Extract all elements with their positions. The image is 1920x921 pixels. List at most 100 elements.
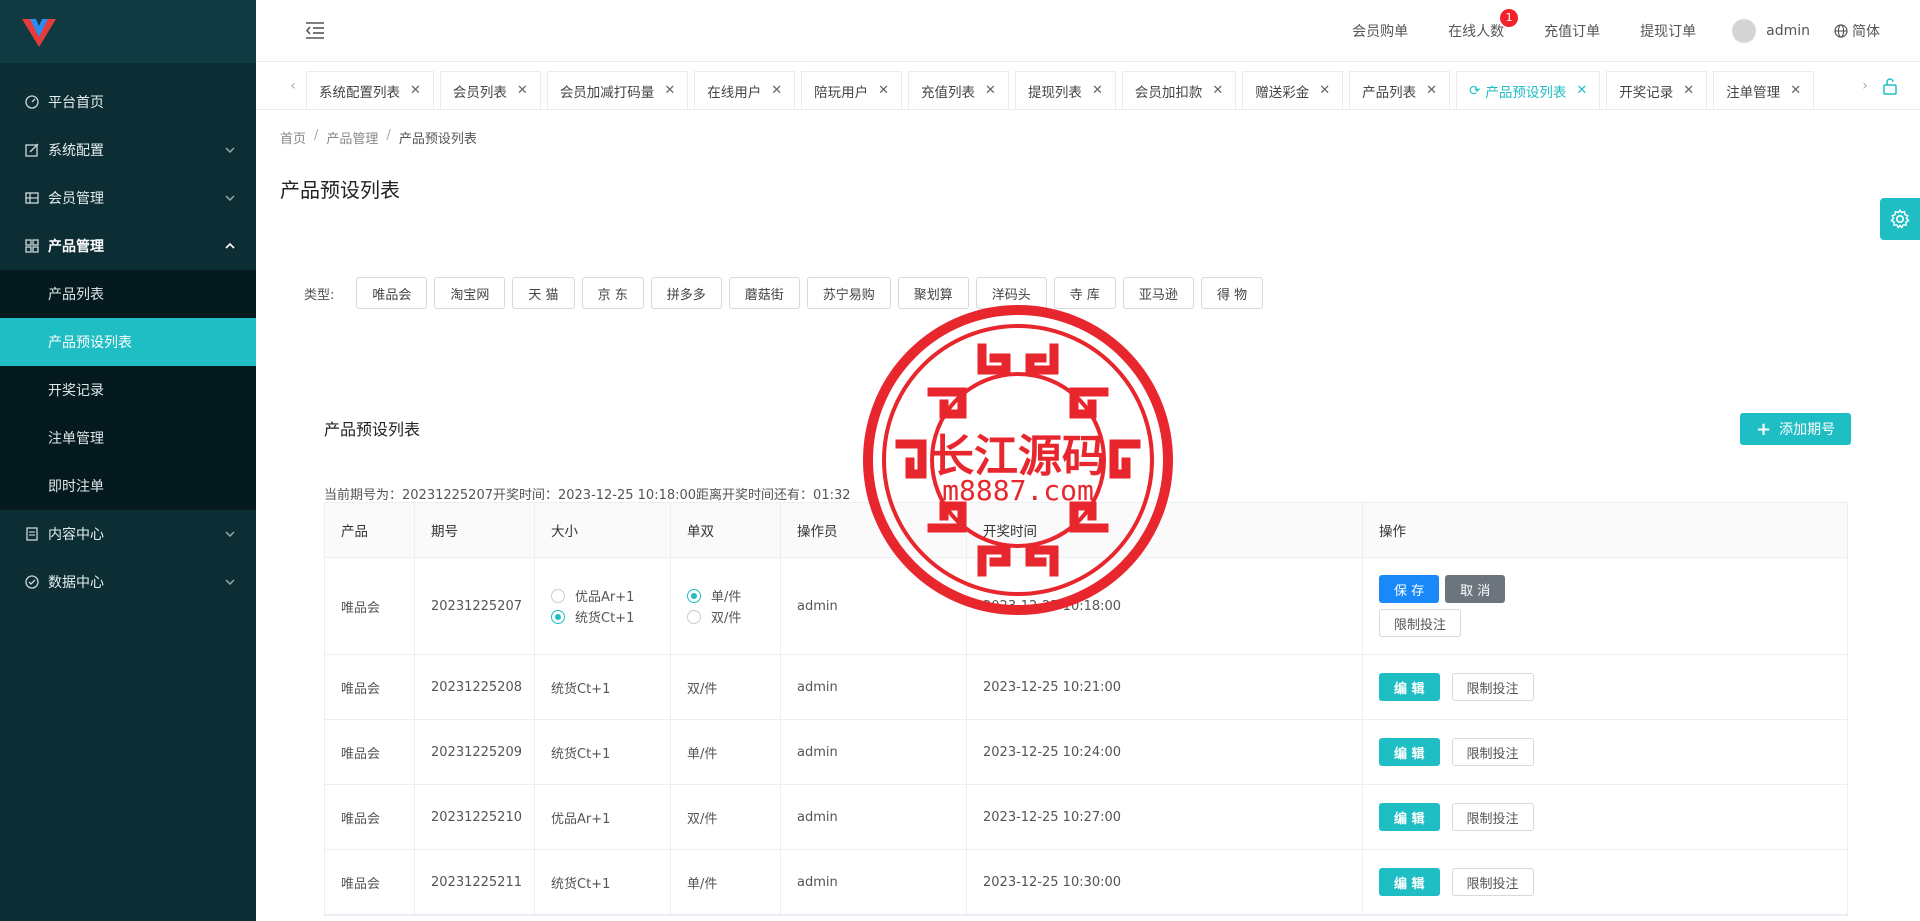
- close-icon[interactable]: ✕: [771, 83, 782, 98]
- user-name[interactable]: admin: [1766, 23, 1810, 39]
- tab-bet-management[interactable]: 注单管理 ✕: [1713, 71, 1815, 109]
- tab-system-config-list[interactable]: 系统配置列表 ✕: [306, 71, 434, 109]
- menu-collapse-icon[interactable]: [304, 20, 326, 40]
- recharge-orders-link[interactable]: 充值订单: [1544, 21, 1600, 41]
- size-radio-option-standard[interactable]: 统货Ct+1: [551, 606, 634, 627]
- sidebar-item-dashboard[interactable]: 平台首页: [0, 78, 256, 126]
- tab-member-balance-adjust[interactable]: 会员加扣款 ✕: [1121, 71, 1237, 109]
- parity-radio-option-even[interactable]: 双/件: [687, 606, 741, 627]
- plus-icon: +: [1756, 418, 1772, 440]
- edit-button[interactable]: 编 辑: [1379, 738, 1440, 766]
- cancel-button[interactable]: 取 消: [1445, 575, 1506, 603]
- tab-recharge-list[interactable]: 充值列表 ✕: [908, 71, 1009, 109]
- type-btn-juhuasuan[interactable]: 聚划算: [897, 277, 969, 309]
- close-icon[interactable]: ✕: [1319, 83, 1330, 98]
- sidebar-item-product-preset-list[interactable]: 产品预设列表: [0, 318, 256, 366]
- language-switcher[interactable]: 简体: [1834, 21, 1880, 41]
- type-btn-tmall[interactable]: 天 猫: [512, 277, 575, 309]
- breadcrumb-home[interactable]: 首页: [280, 128, 306, 147]
- tab-draw-records[interactable]: 开奖记录 ✕: [1606, 71, 1708, 109]
- tab-bonus-gift[interactable]: 赠送彩金 ✕: [1242, 71, 1344, 109]
- close-icon[interactable]: ✕: [517, 83, 528, 98]
- breadcrumb-products[interactable]: 产品管理: [326, 128, 378, 147]
- sidebar-item-members[interactable]: 会员管理: [0, 174, 256, 222]
- chevron-down-icon: [225, 531, 235, 537]
- settings-button[interactable]: [1880, 198, 1920, 240]
- tab-companion-users[interactable]: 陪玩用户 ✕: [801, 71, 903, 109]
- close-icon[interactable]: ✕: [878, 83, 889, 98]
- tabs-scroll-right-icon[interactable]: ›: [1850, 62, 1880, 110]
- close-icon[interactable]: ✕: [1426, 83, 1437, 98]
- limit-bet-button[interactable]: 限制投注: [1379, 609, 1462, 637]
- type-btn-suning[interactable]: 苏宁易购: [806, 277, 891, 309]
- withdraw-orders-link[interactable]: 提现订单: [1640, 21, 1696, 41]
- type-btn-amazon[interactable]: 亚马逊: [1122, 277, 1194, 309]
- edit-button[interactable]: 编 辑: [1379, 868, 1440, 896]
- type-btn-mogujie[interactable]: 蘑菇街: [728, 277, 800, 309]
- sidebar-item-products[interactable]: 产品管理: [0, 222, 256, 270]
- edit-button[interactable]: 编 辑: [1379, 673, 1440, 701]
- tab-member-code-adjust[interactable]: 会员加减打码量 ✕: [546, 71, 689, 109]
- parity-radio-option-odd[interactable]: 单/件: [687, 585, 741, 606]
- close-icon[interactable]: ✕: [1092, 83, 1103, 98]
- tab-online-users[interactable]: 在线用户 ✕: [694, 71, 796, 109]
- type-btn-secoo[interactable]: 寺 库: [1053, 277, 1116, 309]
- header-parity: 单双: [671, 503, 781, 557]
- radio-icon: [687, 588, 701, 603]
- close-icon[interactable]: ✕: [410, 83, 421, 98]
- close-icon[interactable]: ✕: [664, 83, 675, 98]
- type-btn-vipshop[interactable]: 唯品会: [356, 277, 428, 309]
- cell-size: 统货Ct+1: [535, 655, 671, 719]
- close-icon[interactable]: ✕: [1790, 83, 1801, 98]
- sidebar-item-product-list[interactable]: 产品列表: [0, 270, 256, 318]
- sidebar-item-bet-management[interactable]: 注单管理: [0, 414, 256, 462]
- sidebar-item-label: 会员管理: [48, 191, 104, 207]
- limit-bet-button[interactable]: 限制投注: [1451, 868, 1534, 896]
- tab-withdraw-list[interactable]: 提现列表 ✕: [1014, 71, 1116, 109]
- close-icon[interactable]: ✕: [1212, 83, 1223, 98]
- limit-bet-button[interactable]: 限制投注: [1451, 673, 1534, 701]
- close-icon[interactable]: ✕: [1576, 83, 1587, 98]
- sidebar-item-live-bets[interactable]: 即时注单: [0, 462, 256, 510]
- avatar[interactable]: [1732, 19, 1757, 43]
- save-button[interactable]: 保 存: [1379, 575, 1440, 603]
- unlock-icon[interactable]: [1880, 76, 1900, 96]
- tab-label: 会员列表: [452, 84, 507, 101]
- sidebar-item-draw-records[interactable]: 开奖记录: [0, 366, 256, 414]
- parity-radio-group: 单/件 双/件: [687, 585, 741, 627]
- member-orders-link[interactable]: 会员购单: [1352, 21, 1408, 41]
- header-draw-time: 开奖时间: [967, 503, 1363, 557]
- tab-member-list[interactable]: 会员列表 ✕: [439, 71, 541, 109]
- limit-bet-button[interactable]: 限制投注: [1451, 738, 1534, 766]
- cell-operator: admin: [781, 850, 967, 914]
- sidebar-item-content-center[interactable]: 内容中心: [0, 510, 256, 558]
- edit-button[interactable]: 编 辑: [1379, 803, 1440, 831]
- type-btn-dewu[interactable]: 得 物: [1200, 277, 1264, 309]
- row-actions: 编 辑 限制投注: [1379, 738, 1534, 766]
- tabs-scroll-left-icon[interactable]: ‹: [278, 62, 308, 110]
- cell-size: 统货Ct+1: [535, 850, 671, 914]
- sidebar-item-data-center[interactable]: 数据中心: [0, 558, 256, 606]
- tab-product-preset-list[interactable]: ⟳ 产品预设列表 ✕: [1456, 71, 1601, 109]
- online-users-link[interactable]: 在线人数 1: [1448, 9, 1519, 41]
- type-btn-jd[interactable]: 京 东: [581, 277, 644, 309]
- close-icon[interactable]: ✕: [1683, 83, 1694, 98]
- header-operator: 操作员: [781, 503, 967, 557]
- tab-product-list[interactable]: 产品列表 ✕: [1349, 71, 1451, 109]
- type-btn-pinduoduo[interactable]: 拼多多: [650, 277, 722, 309]
- check-circle-icon: [24, 574, 40, 590]
- type-btn-taobao[interactable]: 淘宝网: [434, 277, 506, 309]
- refresh-icon[interactable]: ⟳: [1469, 83, 1480, 99]
- size-radio-option-premium[interactable]: 优品Ar+1: [551, 585, 634, 606]
- grid-icon: [24, 190, 40, 206]
- breadcrumb-separator: /: [314, 128, 319, 143]
- app-logo[interactable]: [0, 0, 256, 63]
- table-row-editing: 唯品会 20231225207 优品Ar+1 统货Ct+1 单/件 双/件 ad…: [325, 558, 1847, 655]
- sidebar-item-system-config[interactable]: 系统配置: [0, 126, 256, 174]
- preset-table: 产品 期号 大小 单双 操作员 开奖时间 操作 唯品会 20231225207 …: [324, 502, 1848, 916]
- type-btn-yangmatou[interactable]: 洋码头: [975, 277, 1047, 309]
- radio-label: 单/件: [711, 590, 742, 605]
- limit-bet-button[interactable]: 限制投注: [1451, 803, 1534, 831]
- add-period-button[interactable]: + 添加期号: [1740, 413, 1852, 445]
- close-icon[interactable]: ✕: [985, 83, 996, 98]
